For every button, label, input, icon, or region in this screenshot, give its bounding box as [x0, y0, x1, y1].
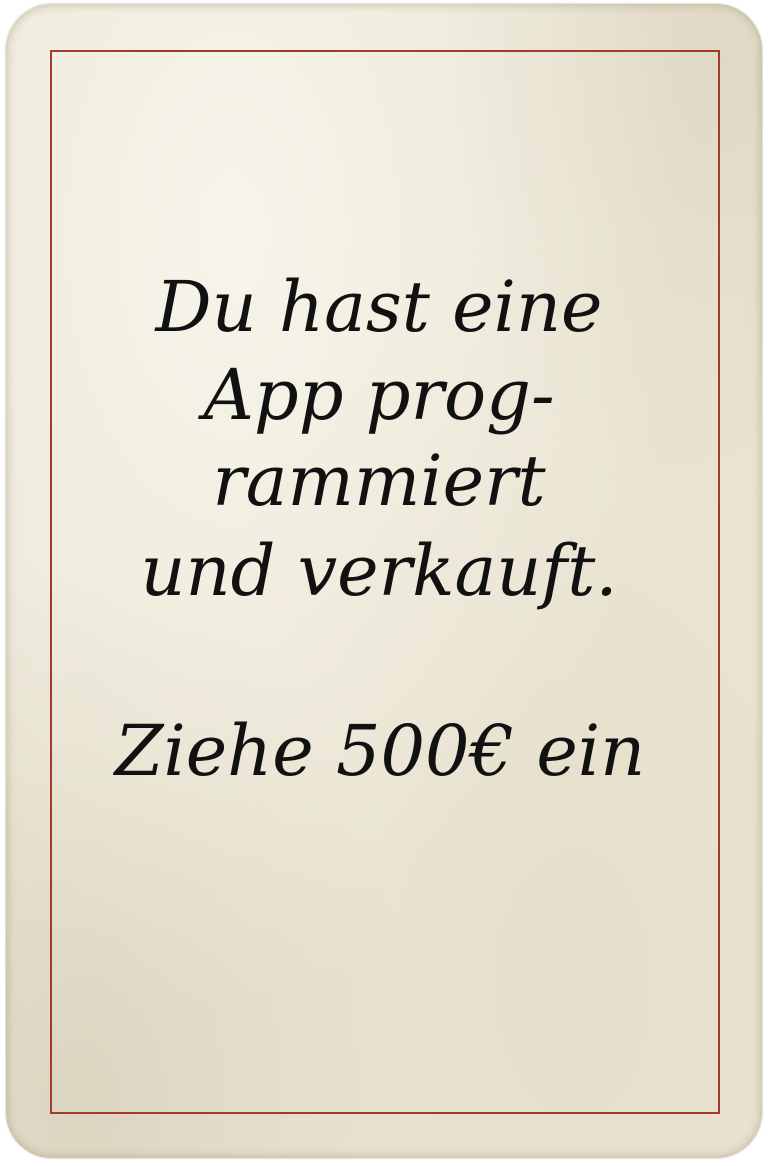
card-text-line-4: und verkauft. [140, 530, 618, 612]
card-action-text: Ziehe 500€ ein [114, 710, 646, 792]
card-text-line-2: App prog- [203, 354, 555, 436]
card-text-line-1: Du hast eine [155, 266, 603, 348]
card-text-line-3: rammiert [212, 440, 546, 522]
